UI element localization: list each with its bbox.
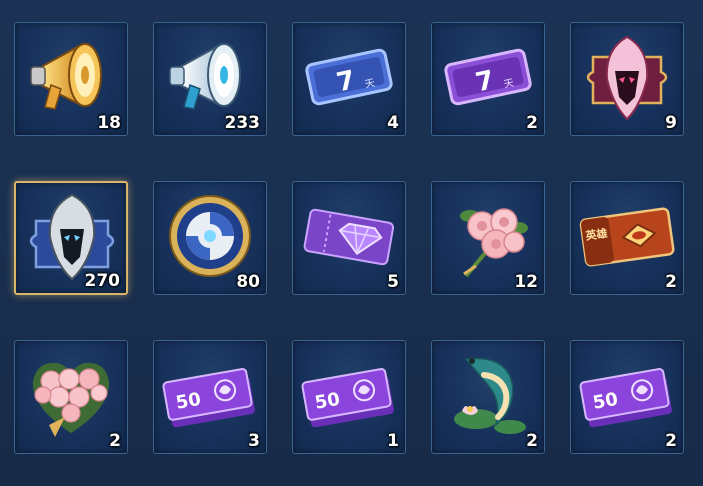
item-count: 3 bbox=[248, 431, 260, 451]
purple-7-day-card-icon: 7 天 bbox=[444, 48, 532, 106]
item-count: 2 bbox=[526, 431, 538, 451]
inventory-slot-silver-puzzle-helmet[interactable]: 270 bbox=[14, 181, 128, 295]
item-count: 2 bbox=[665, 431, 677, 451]
silver-megaphone-icon bbox=[169, 43, 241, 110]
rose-heart-icon bbox=[32, 362, 110, 437]
gold-megaphone-icon bbox=[30, 43, 102, 110]
inventory-slot-gold-megaphone[interactable]: 18 bbox=[14, 22, 128, 136]
inventory-slot-purple-50-ticket[interactable]: 50 3 bbox=[153, 340, 267, 454]
item-count: 9 bbox=[665, 113, 677, 133]
inventory-slot-gold-medallion[interactable]: 80 bbox=[153, 181, 267, 295]
inventory-slot-blue-7-day-card[interactable]: 7 天 4 bbox=[292, 22, 406, 136]
inventory-slot-rose-bouquet[interactable]: 12 bbox=[431, 181, 545, 295]
inventory-slot-hero-ticket[interactable]: 英雄 2 bbox=[570, 181, 684, 295]
item-count: 2 bbox=[109, 431, 121, 451]
inventory-slot-koi-lotus[interactable]: 2 bbox=[431, 340, 545, 454]
item-count: 233 bbox=[224, 113, 261, 133]
rose-bouquet-icon bbox=[460, 208, 528, 278]
inventory-slot-purple-50-ticket[interactable]: 50 1 bbox=[292, 340, 406, 454]
item-count: 2 bbox=[526, 113, 538, 133]
purple-diamond-ticket-icon bbox=[303, 208, 395, 266]
item-count: 1 bbox=[387, 431, 399, 451]
purple-50-ticket-icon: 50 bbox=[162, 368, 255, 428]
item-count: 2 bbox=[665, 272, 677, 292]
pink-puzzle-helmet-icon bbox=[586, 35, 668, 121]
item-count: 4 bbox=[387, 113, 399, 133]
inventory-slot-purple-diamond-ticket[interactable]: 5 bbox=[292, 181, 406, 295]
purple-50-ticket-icon: 50 bbox=[579, 368, 672, 428]
item-count: 5 bbox=[387, 272, 399, 292]
svg-text:50: 50 bbox=[174, 389, 202, 414]
hero-ticket-icon: 英雄 bbox=[579, 207, 675, 267]
inventory-slot-purple-7-day-card[interactable]: 7 天 2 bbox=[431, 22, 545, 136]
inventory-slot-pink-puzzle-helmet[interactable]: 9 bbox=[570, 22, 684, 136]
inventory-slot-silver-megaphone[interactable]: 233 bbox=[153, 22, 267, 136]
purple-50-ticket-icon: 50 bbox=[301, 368, 394, 428]
gold-medallion-icon bbox=[169, 195, 251, 277]
item-count: 18 bbox=[97, 113, 121, 133]
inventory-slot-rose-heart[interactable]: 2 bbox=[14, 340, 128, 454]
item-count: 12 bbox=[514, 272, 538, 292]
svg-text:50: 50 bbox=[591, 389, 619, 414]
item-count: 270 bbox=[84, 271, 121, 291]
blue-7-day-card-icon: 7 天 bbox=[305, 48, 393, 106]
item-count: 80 bbox=[236, 272, 260, 292]
koi-lotus-icon bbox=[454, 357, 526, 434]
inventory-slot-purple-50-ticket[interactable]: 50 2 bbox=[570, 340, 684, 454]
svg-text:50: 50 bbox=[313, 389, 341, 414]
